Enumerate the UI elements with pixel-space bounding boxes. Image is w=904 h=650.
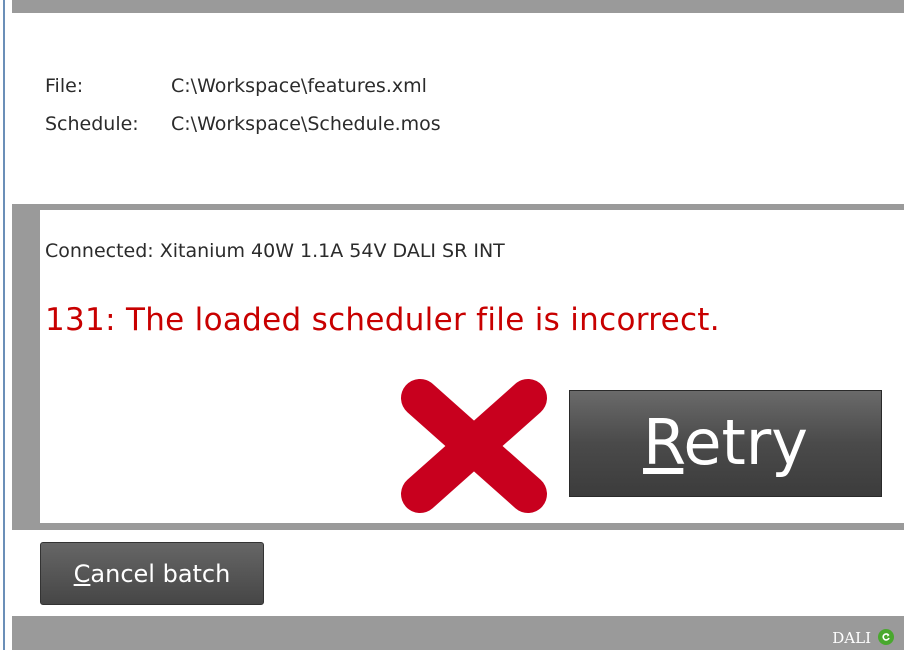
window-left-border: [3, 0, 5, 650]
retry-button-label: Retry: [643, 406, 808, 479]
connected-device-text: Connected: Xitanium 40W 1.1A 54V DALI SR…: [45, 240, 505, 262]
retry-button[interactable]: Retry: [569, 390, 882, 497]
schedule-row: Schedule: C:\Workspace\Schedule.mos: [45, 113, 441, 135]
window-left-edge: [0, 0, 12, 650]
file-row: File: C:\Workspace\features.xml: [45, 75, 427, 97]
status-panel: Connected: Xitanium 40W 1.1A 54V DALI SR…: [40, 210, 904, 523]
schedule-path: C:\Workspace\Schedule.mos: [171, 113, 441, 135]
top-strip: [0, 0, 904, 8]
schedule-label: Schedule:: [45, 113, 139, 135]
cancel-batch-label: Cancel batch: [73, 559, 231, 588]
footer-panel: Cancel batch: [12, 530, 904, 616]
red-x-icon: [401, 379, 547, 513]
dali-status-label: DALI: [832, 629, 871, 647]
error-message: 131: The loaded scheduler file is incorr…: [45, 302, 720, 338]
green-refresh-icon: [878, 629, 894, 645]
file-path: C:\Workspace\features.xml: [171, 75, 427, 97]
status-bar: DALI: [12, 616, 904, 650]
file-label: File:: [45, 75, 84, 97]
file-info-panel: File: C:\Workspace\features.xml Schedule:…: [12, 13, 904, 204]
cancel-batch-button[interactable]: Cancel batch: [40, 542, 264, 605]
